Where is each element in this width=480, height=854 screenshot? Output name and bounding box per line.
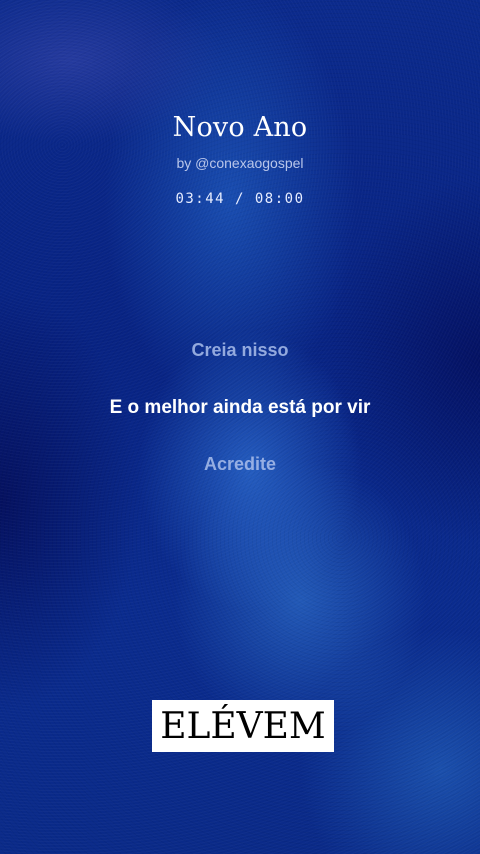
next-lyric-line: Acredite [203,454,277,474]
lyrics-player-screen: Novo Ano by @conexaogospel 03:44 / 08:00… [0,0,480,854]
playback-time: 03:44 / 08:00 [175,191,305,207]
previous-lyric-line: Creia nisso [191,340,289,360]
song-byline: by @conexaogospel [176,155,304,171]
song-title: Novo Ano [172,112,308,143]
current-lyric-line: E o melhor ainda está por vir [109,397,371,418]
brand-logo: ELÉVEM [152,700,334,752]
